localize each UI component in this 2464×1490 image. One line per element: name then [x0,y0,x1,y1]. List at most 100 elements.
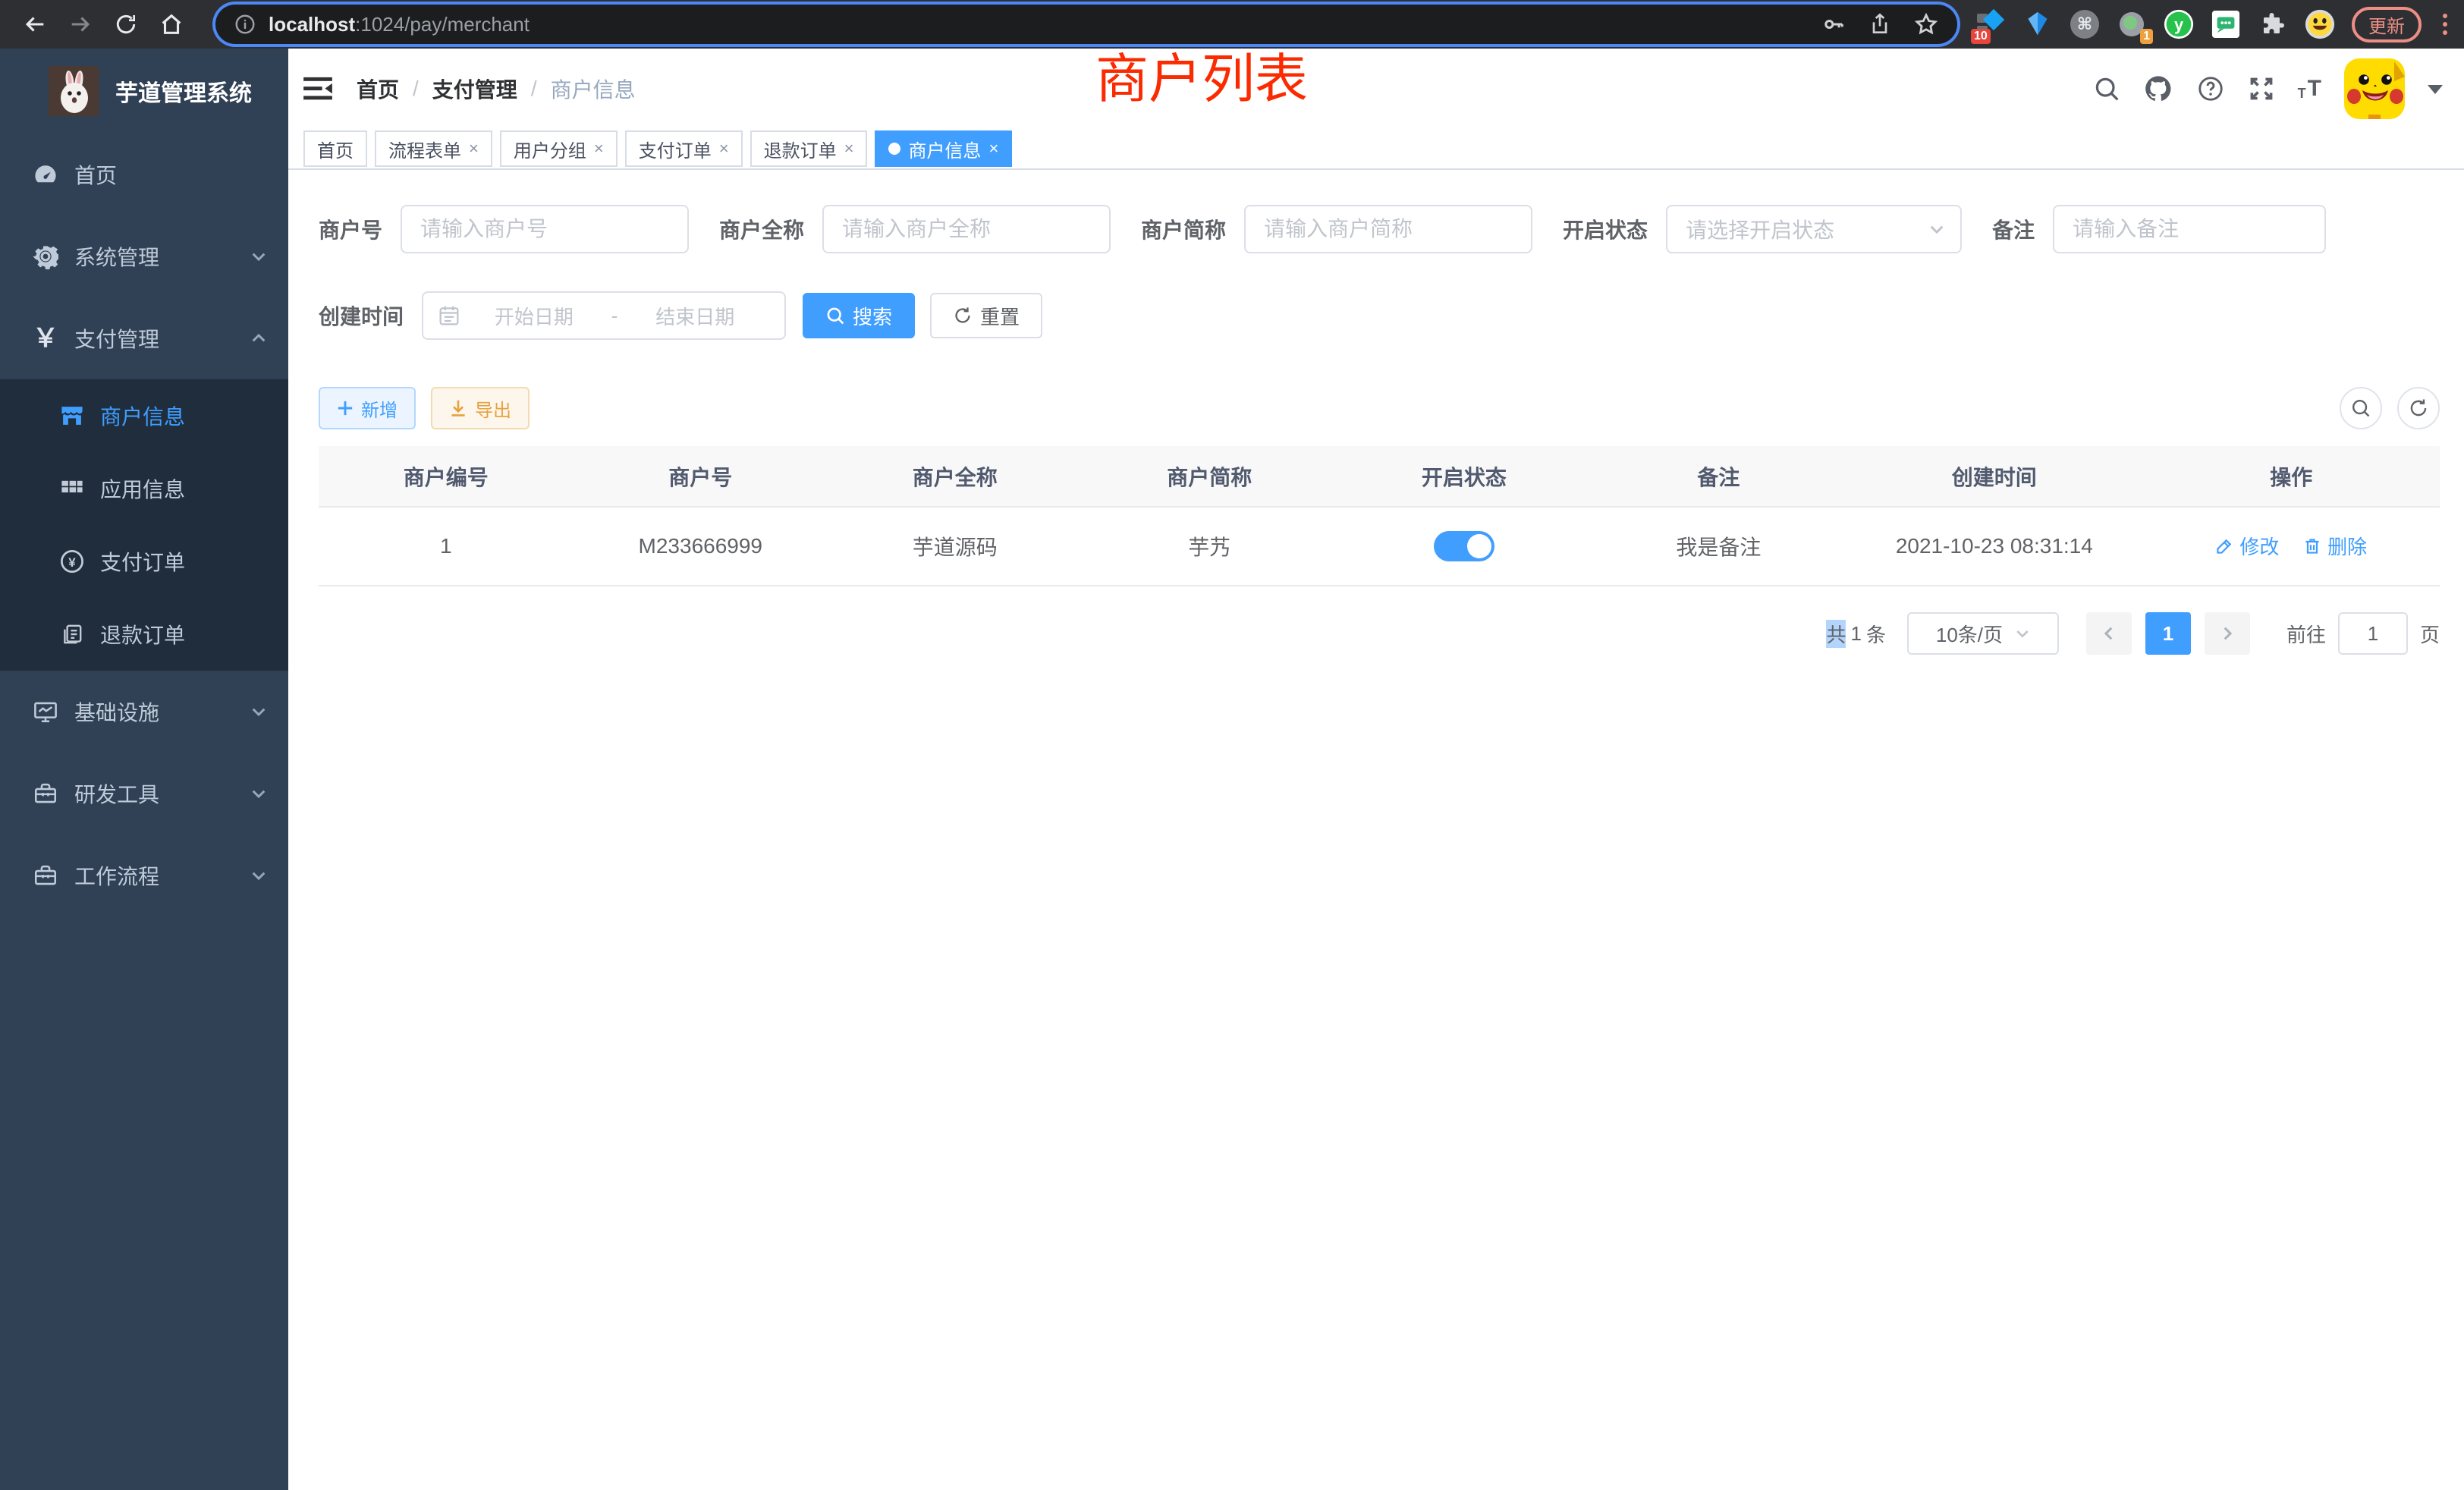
close-icon[interactable]: × [469,140,479,157]
extension-badge: 10 [1971,29,1991,44]
sidebar-item-pay-order[interactable]: ¥ 支付订单 [0,525,288,598]
column-header: 开启状态 [1337,446,1592,507]
extension-y-icon[interactable]: y [2164,9,2194,39]
sidebar-item-infra[interactable]: 基础设施 [0,671,288,753]
tab-process-form[interactable]: 流程表单× [375,130,492,167]
browser-toolbar: localhost:1024/pay/merchant 10 [0,0,2464,49]
tab-user-group[interactable]: 用户分组× [500,130,618,167]
prev-page-button[interactable] [2086,612,2132,655]
next-page-button[interactable] [2205,612,2250,655]
app-logo[interactable]: 芋道管理系统 [0,49,288,134]
grid-table-icon [59,476,85,501]
delete-button[interactable]: 删除 [2303,532,2367,560]
address-bar[interactable]: localhost:1024/pay/merchant [215,5,1957,44]
close-icon[interactable]: × [594,140,604,157]
sidebar-item-devtools[interactable]: 研发工具 [0,753,288,835]
create-time-range-picker[interactable]: 开始日期 - 结束日期 [422,291,786,340]
sidebar-item-system[interactable]: 系统管理 [0,215,288,297]
goto-page-input[interactable] [2338,612,2408,655]
total-count: 1 [1850,622,1861,646]
sidebar-item-label: 退款订单 [100,619,185,649]
reset-button[interactable]: 重置 [930,293,1042,338]
search-icon[interactable] [2093,75,2120,102]
total-unit: 条 [1866,620,1886,648]
pay-submenu: 商户信息 应用信息 ¥ 支付订单 [0,379,288,671]
sidebar-item-label: 基础设施 [74,696,159,727]
edit-button[interactable]: 修改 [2215,532,2279,560]
extension-kite-icon[interactable] [2022,9,2053,39]
breadcrumb-pay[interactable]: 支付管理 [432,74,517,104]
forward-icon[interactable] [58,3,103,46]
extension-command-icon[interactable]: ⌘ [2070,9,2100,39]
start-date-placeholder: 开始日期 [460,302,608,330]
tab-home[interactable]: 首页 [303,130,367,167]
search-form: 商户号 商户全称 商户简称 开启状态 请选择开启状态 [288,170,2464,340]
caret-down-icon[interactable] [2428,83,2443,95]
main-content: 首页 / 支付管理 / 商户信息 商户列表 [288,49,2464,1490]
table-header-row: 商户编号 商户号 商户全称 商户简称 开启状态 备注 创建时间 操作 [319,446,2440,507]
help-icon[interactable] [2196,74,2225,103]
extension-emoji-icon[interactable] [2305,9,2335,39]
sidebar-item-merchant-info[interactable]: 商户信息 [0,379,288,452]
merchant-table: 商户编号 商户号 商户全称 商户简称 开启状态 备注 创建时间 操作 1 M23… [319,446,2440,586]
reload-icon[interactable] [103,3,149,46]
bookmark-star-icon[interactable] [1913,11,1939,37]
close-icon[interactable]: × [988,140,998,157]
extension-tabs-icon[interactable]: 10 [1975,9,2006,39]
merchant-no-input[interactable] [401,205,689,253]
fullscreen-icon[interactable] [2248,75,2275,102]
chevron-down-icon [250,248,267,265]
font-size-icon[interactable]: TT [2298,77,2321,100]
tab-merchant-info[interactable]: 商户信息× [875,130,1012,167]
search-button[interactable]: 搜索 [803,293,915,338]
breadcrumb-home[interactable]: 首页 [357,74,399,104]
browser-menu-icon[interactable] [2438,14,2452,35]
page-number-current[interactable]: 1 [2145,612,2191,655]
status-toggle[interactable] [1434,531,1494,561]
tab-pay-order[interactable]: 支付订单× [625,130,743,167]
site-info-icon[interactable] [234,13,256,36]
close-icon[interactable]: × [719,140,729,157]
page-size-select[interactable]: 10条/页 [1907,612,2059,655]
sidebar-item-app-info[interactable]: 应用信息 [0,452,288,525]
home-icon[interactable] [149,3,194,46]
remark-input[interactable] [2053,205,2326,253]
active-tab-dot [888,143,900,155]
pagination-goto: 前往 页 [2286,612,2440,655]
user-avatar[interactable] [2344,58,2405,119]
extension-chat-icon[interactable] [2211,9,2241,39]
refresh-table-button[interactable] [2397,387,2440,429]
toggle-search-button[interactable] [2340,387,2382,429]
github-icon[interactable] [2143,74,2173,104]
gear-icon [32,243,59,270]
extensions-puzzle-icon[interactable] [2258,9,2288,39]
edit-pencil-icon [2215,537,2233,555]
cell-create-time: 2021-10-23 08:31:14 [1846,507,2142,586]
extension-proxy-icon[interactable]: 1 [2117,9,2147,39]
sidebar-item-label: 应用信息 [100,473,185,504]
merchant-short-name-input[interactable] [1244,205,1532,253]
password-key-icon[interactable] [1821,11,1846,37]
sidebar-item-workflow[interactable]: 工作流程 [0,835,288,916]
sidebar-item-refund-order[interactable]: 退款订单 [0,598,288,671]
status-select[interactable]: 请选择开启状态 [1666,205,1962,253]
close-icon[interactable]: × [844,140,854,157]
tab-refund-order[interactable]: 退款订单× [750,130,868,167]
add-button[interactable]: 新增 [319,387,416,429]
table-toolbar: 新增 导出 [288,387,2464,429]
merchant-full-name-input[interactable] [822,205,1111,253]
monitor-chart-icon [32,698,59,725]
share-icon[interactable] [1868,12,1892,36]
search-icon [825,306,845,325]
field-label: 备注 [1992,214,2035,244]
back-icon[interactable] [12,3,58,46]
sidebar-item-label: 商户信息 [100,401,185,431]
export-button[interactable]: 导出 [431,387,530,429]
sidebar-item-home[interactable]: 首页 [0,134,288,215]
screen: localhost:1024/pay/merchant 10 [0,0,2464,1490]
sidebar-toggle-icon[interactable] [288,49,347,129]
navbar-actions: TT [2093,49,2443,129]
sidebar-item-pay[interactable]: ￥ 支付管理 [0,297,288,379]
svg-text:y: y [2174,15,2183,34]
browser-update-button[interactable]: 更新 [2352,7,2422,42]
